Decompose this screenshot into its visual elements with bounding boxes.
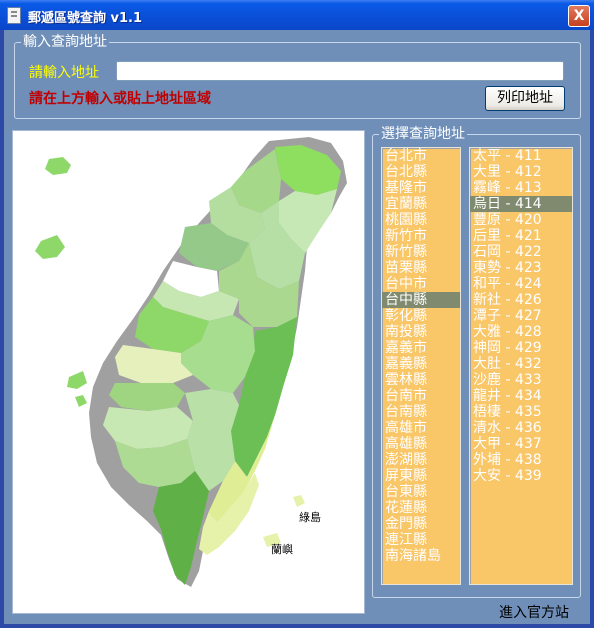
address-prompt-label: 請輸入地址 [29,65,99,81]
county-list-item[interactable]: 苗栗縣 [382,260,460,276]
address-input[interactable] [116,61,564,81]
county-list-item[interactable]: 高雄市 [382,420,460,436]
county-list-item[interactable]: 新竹市 [382,228,460,244]
county-list-item[interactable]: 台北市 [382,148,460,164]
address-select-group: 選擇查詢地址 台北市 台北縣 基隆市 宜蘭縣 桃園縣 新竹市 新竹縣 苗栗縣 台中市 台中縣 彰化縣… [372,125,581,598]
taiwan-map [35,137,347,587]
county-list-item[interactable]: 台北縣 [382,164,460,180]
district-list-item[interactable]: 豐原 - 420 [470,212,572,228]
official-site-link[interactable]: 進入官方站 [499,602,569,622]
county-list-item[interactable]: 台南市 [382,388,460,404]
island-kinmen[interactable] [35,235,65,259]
input-group-legend: 輸入查詢地址 [21,33,109,51]
district-list-item[interactable]: 大安 - 439 [470,468,572,484]
map-label-lanyu: 蘭嶼 [271,543,293,556]
county-list-item[interactable]: 屏東縣 [382,468,460,484]
county-list-item[interactable]: 花蓮縣 [382,500,460,516]
district-list-item[interactable]: 霧峰 - 413 [470,180,572,196]
county-list-item[interactable]: 台東縣 [382,484,460,500]
district-list-item[interactable]: 沙鹿 - 433 [470,372,572,388]
map-label-ludao: 綠島 [299,511,321,524]
county-list-item[interactable]: 台中市 [382,276,460,292]
print-address-button[interactable]: 列印地址 [485,86,565,111]
district-list-item[interactable]: 大里 - 412 [470,164,572,180]
district-list-item[interactable]: 大甲 - 437 [470,436,572,452]
island-mazu[interactable] [45,157,71,175]
app-icon [7,7,21,24]
district-list-item[interactable]: 新社 - 426 [470,292,572,308]
title-bar[interactable]: 郵遞區號查詢 v1.1 X [0,0,594,30]
county-list-item[interactable]: 基隆市 [382,180,460,196]
county-list-item[interactable]: 宜蘭縣 [382,196,460,212]
district-list-item[interactable]: 清水 - 436 [470,420,572,436]
taiwan-map-panel: 綠島 蘭嶼 [12,130,365,614]
district-list-item[interactable]: 東勢 - 423 [470,260,572,276]
county-list-item[interactable]: 嘉義市 [382,340,460,356]
district-list-item[interactable]: 神岡 - 429 [470,340,572,356]
county-list-item[interactable]: 連江縣 [382,532,460,548]
county-list-item[interactable]: 澎湖縣 [382,452,460,468]
district-list-item[interactable]: 和平 - 424 [470,276,572,292]
county-list-item[interactable]: 台中縣 [382,292,460,308]
county-list[interactable]: 台北市 台北縣 基隆市 宜蘭縣 桃園縣 新竹市 新竹縣 苗栗縣 台中市 台中縣 彰化縣 南投縣 嘉義市嘉… [381,147,461,585]
window-client: 輸入查詢地址 請輸入地址 請在上方輸入或貼上地址區域 列印地址 綠島 蘭嶼 選擇… [4,30,590,624]
county-list-item[interactable]: 高雄縣 [382,436,460,452]
district-list-item[interactable]: 烏日 - 414 [470,196,572,212]
district-list-item[interactable]: 大肚 - 432 [470,356,572,372]
district-list-item[interactable]: 大雅 - 428 [470,324,572,340]
island-penghu[interactable] [67,371,87,389]
close-button[interactable]: X [568,5,590,27]
district-list-item[interactable]: 石岡 - 422 [470,244,572,260]
district-list-item[interactable]: 潭子 - 427 [470,308,572,324]
input-hint-text: 請在上方輸入或貼上地址區域 [29,91,211,107]
county-list-item[interactable]: 嘉義縣 [382,356,460,372]
county-list-item[interactable]: 彰化縣 [382,308,460,324]
island-penghu-small[interactable] [75,395,87,407]
county-list-item[interactable]: 雲林縣 [382,372,460,388]
address-input-group: 輸入查詢地址 請輸入地址 請在上方輸入或貼上地址區域 列印地址 [14,33,581,119]
island-ludao[interactable] [293,495,305,507]
district-list-item[interactable]: 外埔 - 438 [470,452,572,468]
county-list-item[interactable]: 南海諸島 [382,548,460,564]
district-list-item[interactable]: 梧棲 - 435 [470,404,572,420]
district-list-item[interactable]: 龍井 - 434 [470,388,572,404]
county-list-item[interactable]: 新竹縣 [382,244,460,260]
district-list-item[interactable]: 太平 - 411 [470,148,572,164]
district-list[interactable]: 太平 - 411 大里 - 412 霧峰 - 413 烏日 - 414 豐原 - 420… [469,147,573,585]
county-list-item[interactable]: 台南縣 [382,404,460,420]
county-list-item[interactable]: 桃園縣 [382,212,460,228]
county-list-item[interactable]: 南投縣 [382,324,460,340]
window-title: 郵遞區號查詢 v1.1 [28,11,143,26]
district-list-item[interactable]: 后里 - 421 [470,228,572,244]
select-group-legend: 選擇查詢地址 [379,125,467,143]
county-list-item[interactable]: 金門縣 [382,516,460,532]
